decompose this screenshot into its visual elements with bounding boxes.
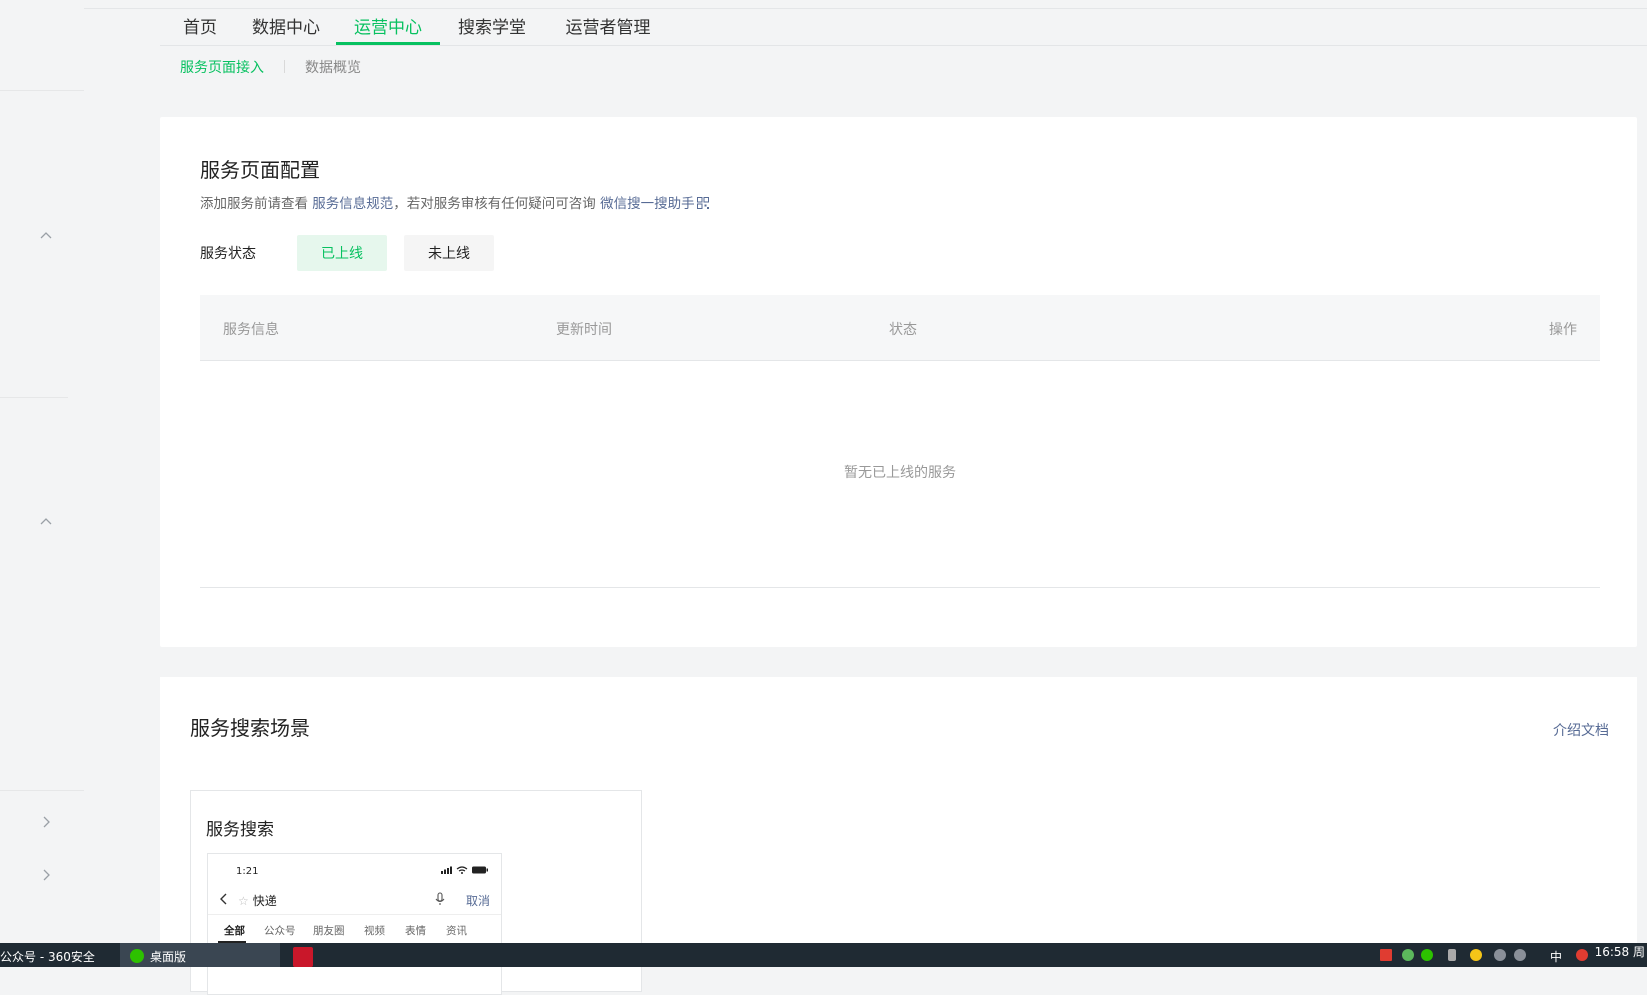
empty-message: 暂无已上线的服务: [844, 465, 956, 481]
column-header-actions: 操作: [1549, 322, 1577, 338]
sogou-icon[interactable]: [1576, 949, 1588, 961]
sidebar-divider: [0, 790, 84, 791]
table-header: 服务信息 更新时间 状态 操作: [200, 295, 1600, 361]
chevron-right-icon[interactable]: [36, 812, 56, 832]
volume-icon[interactable]: [1514, 949, 1526, 961]
column-header-update-time: 更新时间: [556, 322, 612, 338]
column-header-service-info: 服务信息: [223, 322, 279, 338]
phone-tab-news[interactable]: 资讯: [446, 923, 467, 938]
phone-tab-stickers[interactable]: 表情: [405, 923, 426, 938]
sidebar-divider: [0, 90, 84, 91]
wechat-search-assistant-link[interactable]: 微信搜一搜助手: [600, 196, 695, 212]
star-icon: ☆: [238, 894, 249, 908]
tray-icon[interactable]: [1380, 949, 1392, 961]
wechat-tray-icon[interactable]: [1421, 949, 1433, 961]
phone-status-icons: [441, 866, 488, 874]
usb-icon[interactable]: [1448, 949, 1456, 961]
phone-divider: [208, 914, 501, 915]
chevron-up-icon[interactable]: [36, 226, 56, 246]
service-info-spec-link[interactable]: 服务信息规范: [312, 196, 393, 212]
os-taskbar: 公众号 - 360安全 桌面版 中 16:58 周: [0, 943, 1647, 967]
app-icon[interactable]: [293, 947, 313, 967]
card-title: 服务搜索场景: [190, 716, 310, 740]
phone-tab-moments[interactable]: 朋友圈: [313, 923, 345, 938]
phone-time: 1:21: [236, 866, 259, 877]
input-method-indicator[interactable]: 中: [1550, 948, 1562, 965]
card-description: 添加服务前请查看 服务信息规范，若对服务审核有任何疑问可咨询 微信搜一搜助手: [200, 192, 709, 212]
desc-prefix: 添加服务前请查看: [200, 196, 308, 212]
status-offline-button[interactable]: 未上线: [404, 235, 494, 271]
scene-title: 服务搜索: [206, 820, 274, 840]
sidebar-divider: [0, 397, 68, 398]
phone-search-box[interactable]: ☆ 快递: [238, 892, 277, 909]
phone-cancel-button[interactable]: 取消: [466, 892, 490, 909]
back-arrow-icon[interactable]: [218, 892, 230, 906]
chevron-up-icon[interactable]: [36, 512, 56, 532]
nav-item-search-academy[interactable]: 搜索学堂: [457, 13, 527, 43]
taskbar-task-wechat[interactable]: 桌面版: [120, 943, 280, 967]
microphone-icon[interactable]: [434, 892, 446, 906]
service-search-scene-card: 服务搜索场景 介绍文档 服务搜索 1:21 ☆ 快递 取消 全部 公众号 朋友圈 …: [160, 677, 1637, 995]
desc-middle: ，若对服务审核有任何疑问可咨询: [393, 196, 596, 212]
subnav-separator: [284, 60, 285, 73]
phone-search-query: 快递: [252, 894, 277, 908]
table-empty-state: 暂无已上线的服务: [200, 360, 1600, 588]
network-icon[interactable]: [1494, 949, 1506, 961]
top-nav: 首页 数据中心 运营中心 搜索学堂 运营者管理: [160, 8, 1647, 46]
service-status-label: 服务状态: [200, 246, 256, 262]
wechat-icon: [130, 949, 144, 963]
intro-doc-link[interactable]: 介绍文档: [1553, 720, 1609, 740]
phone-tab-official-accounts[interactable]: 公众号: [264, 923, 296, 938]
subnav-service-page-access[interactable]: 服务页面接入: [180, 57, 264, 77]
nav-item-operations-center[interactable]: 运营中心: [353, 13, 423, 43]
taskbar-clock[interactable]: 16:58 周: [1595, 943, 1645, 960]
subnav-data-overview[interactable]: 数据概览: [305, 57, 361, 77]
nav-item-data-center[interactable]: 数据中心: [251, 13, 321, 43]
nav-item-operator-management[interactable]: 运营者管理: [563, 13, 653, 43]
phone-tab-all[interactable]: 全部: [224, 923, 245, 938]
nav-item-home[interactable]: 首页: [180, 13, 220, 43]
tray-icon[interactable]: [1470, 949, 1482, 961]
service-page-config-card: 服务页面配置 添加服务前请查看 服务信息规范，若对服务审核有任何疑问可咨询 微信…: [160, 117, 1637, 647]
tray-icon[interactable]: [1402, 949, 1414, 961]
sidebar: [0, 0, 84, 943]
active-tab-underline: [336, 42, 440, 45]
taskbar-task-label: 桌面版: [150, 950, 187, 964]
taskbar-window-title[interactable]: 公众号 - 360安全: [0, 948, 95, 965]
qr-code-icon[interactable]: [696, 197, 709, 209]
phone-preview: 1:21 ☆ 快递 取消 全部 公众号 朋友圈 视频 表情 资讯: [207, 853, 502, 995]
card-title: 服务页面配置: [200, 158, 320, 182]
status-online-button[interactable]: 已上线: [297, 235, 387, 271]
chevron-right-icon[interactable]: [36, 865, 56, 885]
column-header-status: 状态: [889, 322, 917, 338]
phone-tab-videos[interactable]: 视频: [364, 923, 385, 938]
